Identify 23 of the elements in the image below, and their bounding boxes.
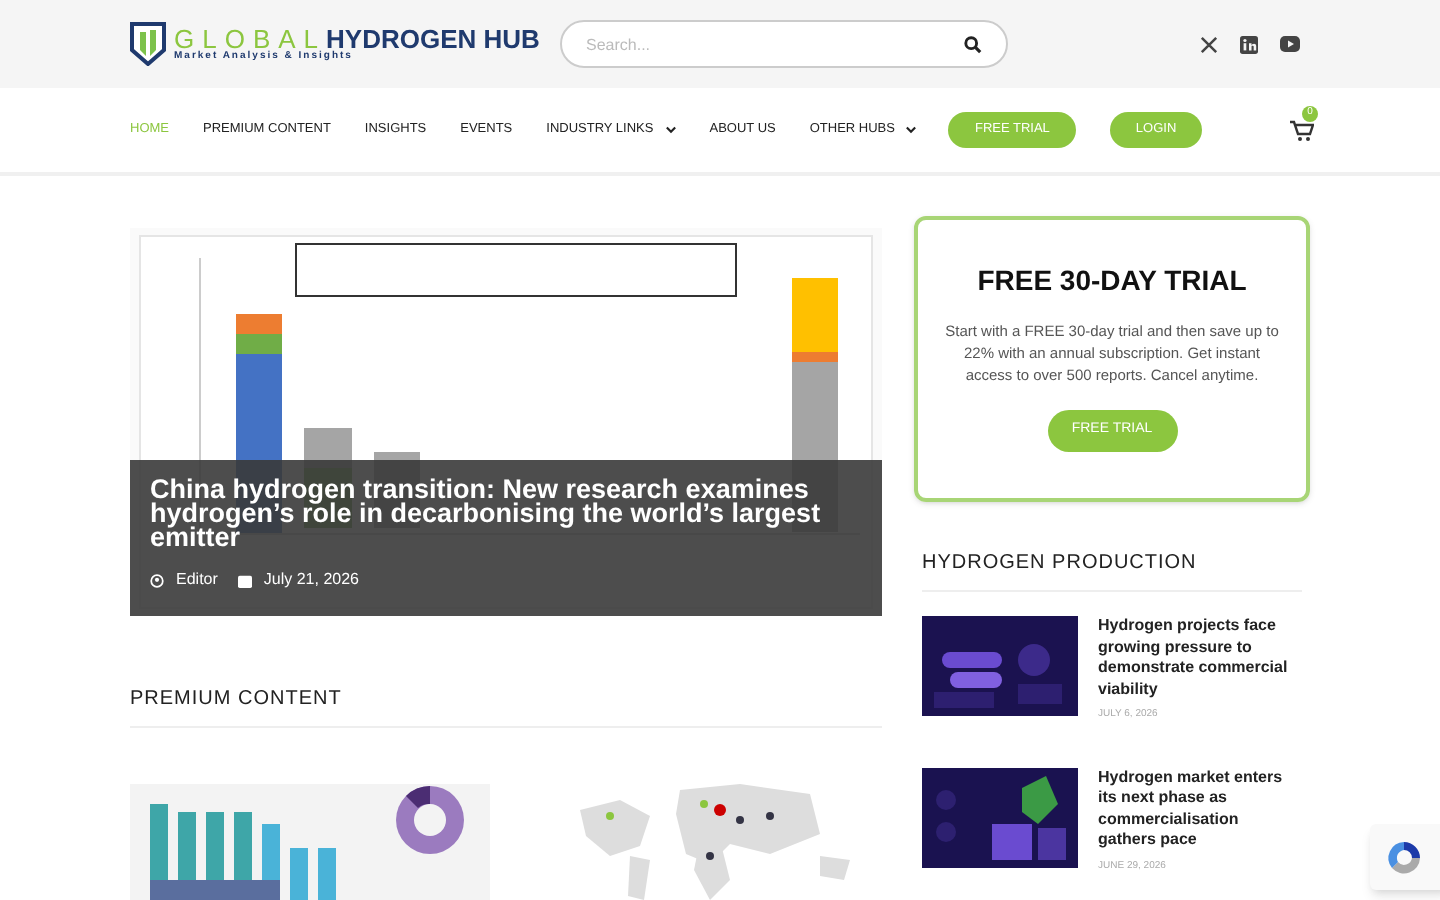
calendar-icon xyxy=(237,573,252,587)
logo-icon xyxy=(130,22,166,66)
author-name[interactable]: Editor xyxy=(176,568,218,592)
cart-icon[interactable] xyxy=(1290,120,1314,142)
video-icon[interactable] xyxy=(1280,36,1300,52)
article-title[interactable]: Hydrogen projects face growing pressure to demonstrate commercial viability xyxy=(1098,616,1290,700)
article-title[interactable]: Hydrogen market enters its next phase as commercialisation gathers pace xyxy=(1098,767,1290,851)
recaptcha-icon xyxy=(1384,837,1424,877)
search-icon[interactable] xyxy=(964,35,982,53)
search-bar[interactable]: Search... xyxy=(560,20,1008,68)
x-icon[interactable] xyxy=(1200,35,1218,53)
post-date: July 21, 2026 xyxy=(263,568,359,592)
caret-icon[interactable] xyxy=(665,126,676,134)
search-field[interactable]: Search... xyxy=(586,24,946,64)
section-heading: HYDROGEN PRODUCTION xyxy=(922,550,1199,578)
logo-text: GLOBAL xyxy=(174,26,327,52)
linkedin-icon[interactable] xyxy=(1240,35,1258,53)
article-title[interactable]: China hydrogen transition: New research examines hydrogen’s role in decarbonising the world’s largest emitter xyxy=(150,478,830,550)
caret-icon[interactable] xyxy=(906,126,917,134)
card-title: FREE 30-DAY TRIAL xyxy=(977,262,1247,300)
user-icon xyxy=(150,573,164,587)
section-heading: PREMIUM CONTENT xyxy=(130,686,344,714)
logo-text: HYDROGEN HUB xyxy=(326,26,540,52)
